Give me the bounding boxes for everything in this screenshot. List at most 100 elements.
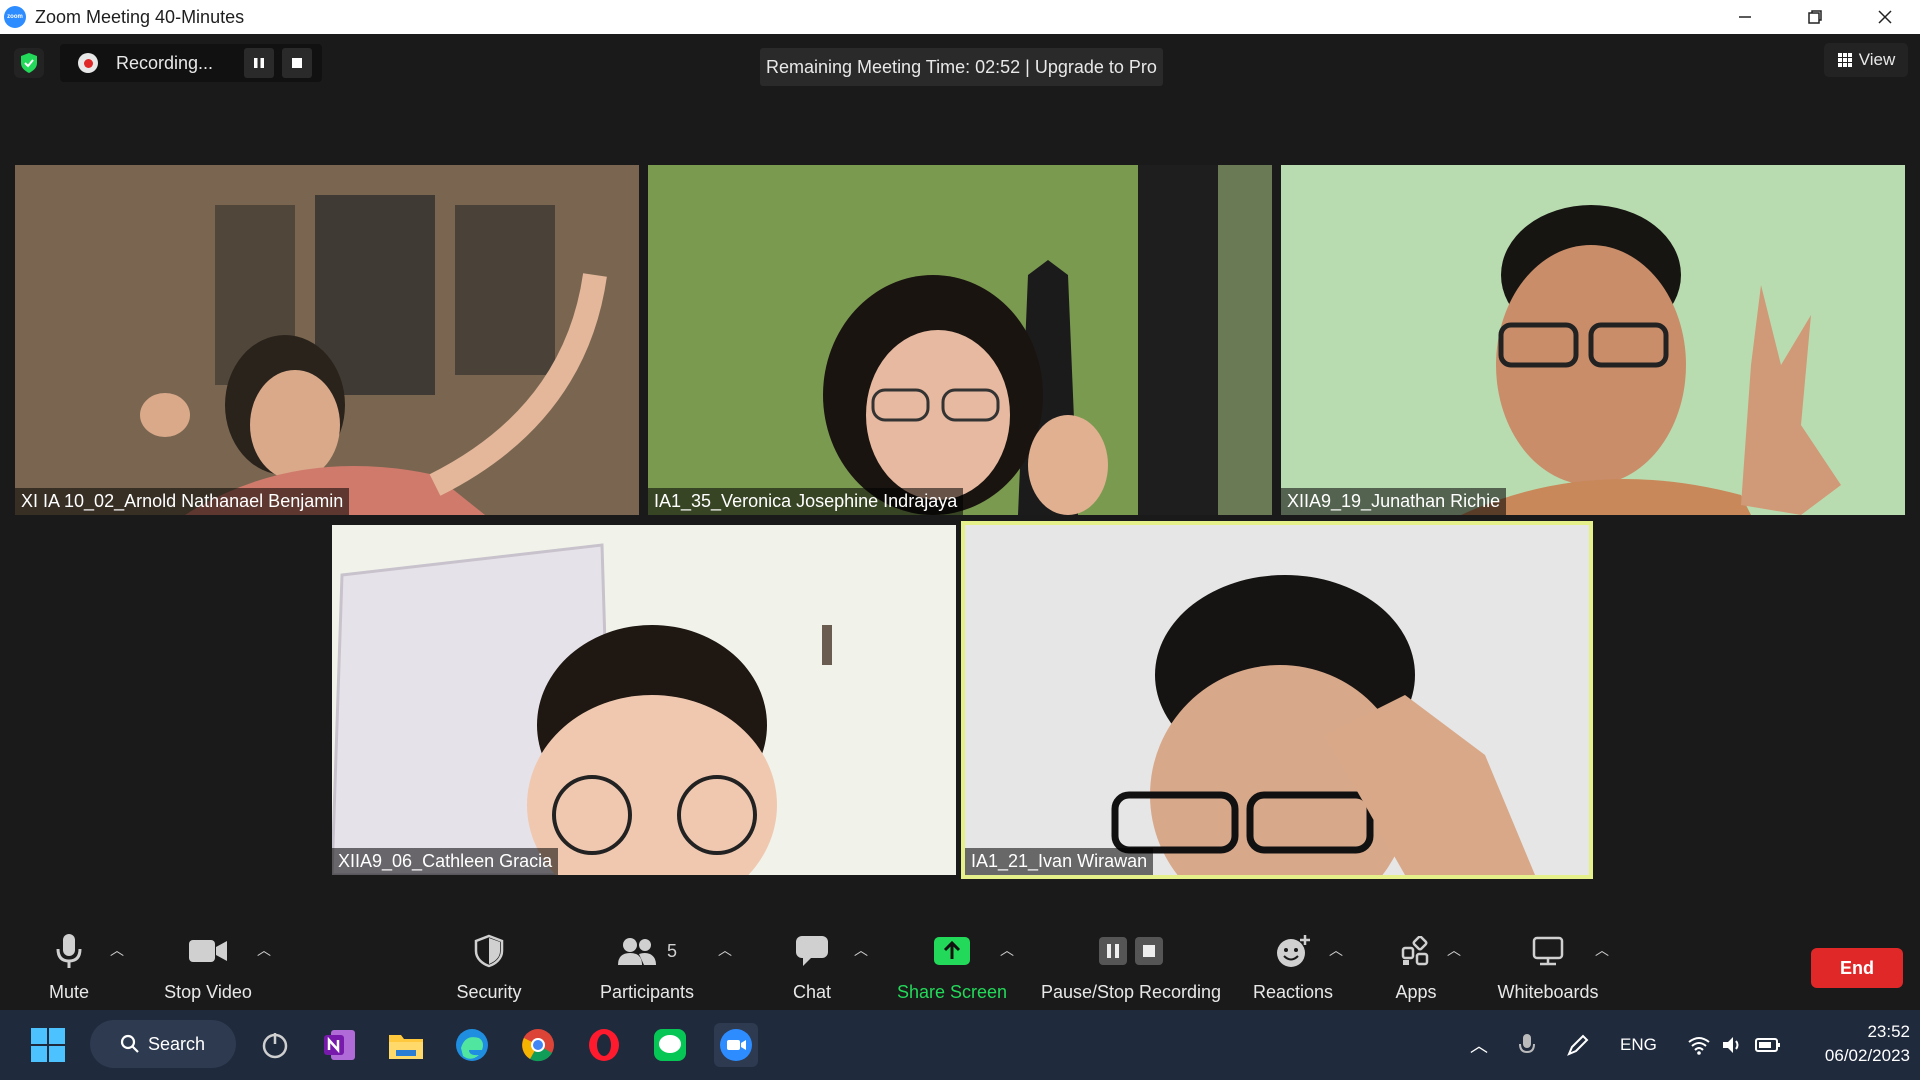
participant-video-image	[332, 525, 956, 875]
participant-video-image	[648, 165, 1272, 515]
participant-name: XIIA9_19_Junathan Richie	[1281, 488, 1507, 515]
view-button[interactable]: View	[1824, 43, 1908, 77]
participant-video-tile[interactable]: XI IA 10_02_Arnold Nathanael Benjamin	[15, 165, 639, 515]
edge-browser-icon	[456, 1029, 488, 1061]
reactions-smiley-icon	[1277, 935, 1310, 967]
pause-icon	[254, 58, 264, 68]
close-icon	[1878, 10, 1892, 24]
grid-view-icon	[1837, 53, 1852, 67]
participant-video-tile[interactable]: IA1_35_Veronica Josephine Indrajaya	[648, 165, 1272, 515]
end-meeting-button[interactable]: End	[1811, 948, 1903, 988]
battery-icon[interactable]	[1754, 1036, 1781, 1054]
participants-icon	[617, 938, 656, 965]
windows-start-button[interactable]	[26, 1023, 70, 1067]
taskbar-onenote-app[interactable]	[318, 1023, 362, 1067]
chat-label: Chat	[792, 982, 832, 1002]
security-shield-icon	[474, 934, 504, 968]
taskbar-chrome-app[interactable]	[516, 1023, 560, 1067]
stop-video-label: Stop Video	[164, 982, 252, 1002]
taskbar-zoom-app[interactable]	[714, 1023, 758, 1067]
stop-recording-icon	[1135, 937, 1163, 965]
participant-name: IA1_35_Veronica Josephine Indrajaya	[648, 488, 964, 515]
reactions-options-chevron-up-icon[interactable]: ︿	[1329, 940, 1343, 960]
taskbar-search-box[interactable]: Search	[90, 1020, 236, 1068]
taskbar-line-app[interactable]	[648, 1023, 692, 1067]
microphone-icon	[56, 934, 82, 968]
stop-icon	[292, 58, 302, 68]
mute-button[interactable]: Mute	[34, 890, 104, 1010]
share-options-chevron-up-icon[interactable]: ︿	[1000, 940, 1014, 960]
audio-options-chevron-up-icon[interactable]: ︿	[110, 940, 124, 960]
participant-name: IA1_21_Ivan Wirawan	[965, 848, 1154, 875]
wifi-icon[interactable]	[1687, 1035, 1711, 1055]
volume-icon[interactable]	[1721, 1035, 1745, 1055]
language-indicator[interactable]: ENG	[1620, 1035, 1657, 1055]
share-screen-icon	[934, 937, 970, 965]
whiteboards-options-chevron-up-icon[interactable]: ︿	[1595, 940, 1609, 960]
clock-date: 06/02/2023	[1824, 1046, 1910, 1065]
stop-video-button[interactable]: Stop Video	[156, 890, 260, 1010]
recording-status: Recording...	[116, 52, 214, 73]
chat-options-chevron-up-icon[interactable]: ︿	[854, 940, 868, 960]
apps-icon	[1401, 936, 1429, 966]
clock-time: 23:52	[1867, 1022, 1910, 1041]
reactions-button[interactable]: Reactions	[1250, 890, 1336, 1010]
pause-recording-button[interactable]	[244, 48, 274, 78]
zoom-icon	[720, 1029, 752, 1061]
video-camera-icon	[189, 940, 227, 962]
participants-options-chevron-up-icon[interactable]: ︿	[718, 940, 732, 960]
apps-button[interactable]: Apps	[1390, 890, 1442, 1010]
security-label: Security	[456, 982, 522, 1002]
window-title-bar: zoom Zoom Meeting 40-Minutes	[0, 0, 1920, 34]
shield-check-icon	[21, 53, 37, 73]
taskbar-opera-app[interactable]	[582, 1023, 626, 1067]
show-hidden-icons-chevron-up-icon[interactable]: ︿	[1470, 1032, 1488, 1058]
participant-name: XIIA9_06_Cathleen Gracia	[332, 848, 559, 875]
video-options-chevron-up-icon[interactable]: ︿	[257, 940, 271, 960]
security-button[interactable]: Security	[448, 890, 530, 1010]
onenote-icon	[324, 1030, 355, 1060]
participant-video-tile[interactable]: XIIA9_06_Cathleen Gracia	[332, 525, 956, 875]
reactions-label: Reactions	[1252, 982, 1334, 1002]
windows-taskbar: Search ︿ ENG 23:52 06/02/2023	[0, 1010, 1920, 1080]
meeting-area: Recording... Remaining Meeting Time: 02:…	[0, 34, 1920, 1010]
taskbar-file-explorer-app[interactable]	[384, 1023, 428, 1067]
pen-icon[interactable]	[1566, 1033, 1590, 1057]
recording-indicator-icon	[78, 53, 98, 73]
opera-browser-icon	[589, 1029, 619, 1061]
view-label: View	[1858, 50, 1896, 69]
remaining-time-banner[interactable]: Remaining Meeting Time: 02:52 | Upgrade …	[760, 48, 1163, 86]
microphone-tray-icon[interactable]	[1518, 1033, 1536, 1057]
chat-button[interactable]: Chat	[782, 890, 842, 1010]
encryption-shield-button[interactable]	[14, 48, 44, 78]
participant-video-image	[1281, 165, 1905, 515]
restore-button[interactable]	[1780, 0, 1850, 34]
restore-icon	[1808, 10, 1822, 24]
window-title: Zoom Meeting 40-Minutes	[35, 6, 245, 27]
whiteboards-button[interactable]: Whiteboards	[1492, 890, 1604, 1010]
chrome-browser-icon	[522, 1029, 554, 1062]
taskbar-power-app[interactable]	[253, 1023, 297, 1067]
participants-label: Participants	[599, 982, 695, 1002]
participants-button[interactable]: 5 Participants	[594, 890, 700, 1010]
active-speaker-video-tile[interactable]: IA1_21_Ivan Wirawan	[961, 521, 1593, 879]
stop-recording-button[interactable]	[282, 48, 312, 78]
search-label: Search	[148, 1033, 206, 1054]
participant-name: XI IA 10_02_Arnold Nathanael Benjamin	[15, 488, 350, 515]
taskbar-edge-app[interactable]	[450, 1023, 494, 1067]
apps-options-chevron-up-icon[interactable]: ︿	[1447, 940, 1461, 960]
taskbar-clock[interactable]: 23:52 06/02/2023	[1790, 1020, 1910, 1068]
mute-label: Mute	[48, 982, 90, 1002]
pause-recording-icon	[1099, 937, 1127, 965]
pause-stop-recording-label: Pause/Stop Recording	[1040, 982, 1222, 1002]
close-button[interactable]	[1850, 0, 1920, 34]
share-screen-button[interactable]: Share Screen	[896, 890, 1008, 1010]
pause-stop-recording-button[interactable]: Pause/Stop Recording	[1036, 890, 1226, 1010]
folder-icon	[389, 1035, 423, 1059]
participant-count: 5	[666, 940, 677, 961]
participant-video-tile[interactable]: XIIA9_19_Junathan Richie	[1281, 165, 1905, 515]
app-icon-text: zoom	[7, 14, 23, 20]
meeting-controls-toolbar: Mute ︿ Stop Video ︿ Security 5 Participa…	[0, 890, 1920, 1010]
minimize-button[interactable]	[1710, 0, 1780, 34]
windows-logo-icon	[31, 1028, 65, 1062]
